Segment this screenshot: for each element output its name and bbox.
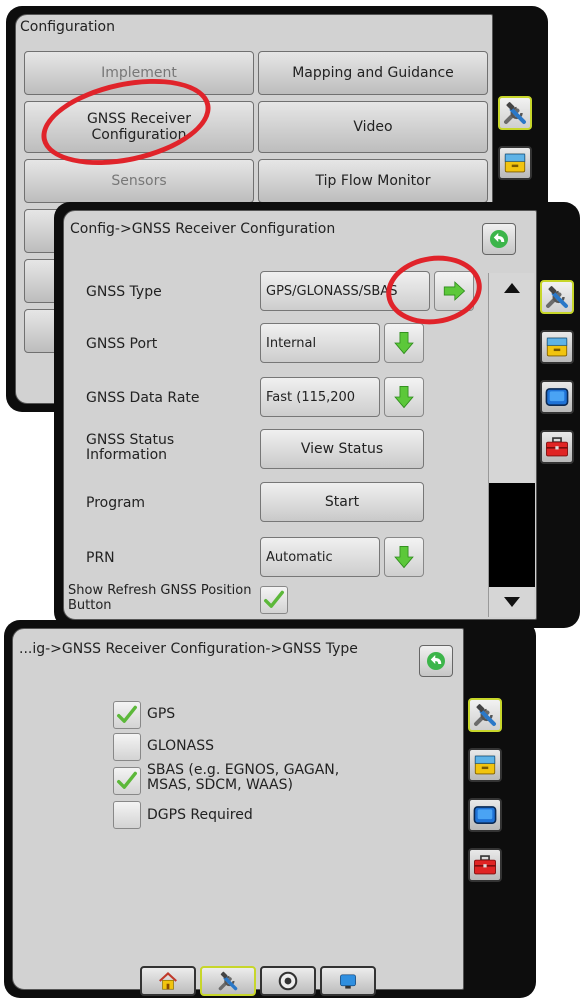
arrow-down-icon [391,384,417,410]
scroll-down-arrow[interactable] [489,587,535,617]
prn-field[interactable]: Automatic [260,537,380,577]
check-icon [116,704,138,726]
toolbox-icon [472,852,498,878]
gnss-type-screen: ...ig->GNSS Receiver Configuration->GNSS… [4,620,536,998]
gnss-port-field[interactable]: Internal [260,323,380,363]
data-tab-button[interactable] [498,146,532,180]
gnss-receiver-config-screen: Config->GNSS Receiver Configuration GNSS… [54,202,580,628]
tools-tab-button[interactable] [540,430,574,464]
show-refresh-label: Show Refresh GNSS Position Button [68,583,252,613]
back-button[interactable] [482,223,516,255]
home-button[interactable] [140,966,196,996]
check-icon [263,589,285,611]
storage-drawer-icon [502,150,528,176]
arrow-down-icon [391,544,417,570]
tip-flow-monitor-button[interactable]: Tip Flow Monitor [258,159,488,203]
sensors-button[interactable]: Sensors [24,159,254,203]
gnss-data-rate-label: GNSS Data Rate [86,390,200,406]
program-start-button[interactable]: Start [260,482,424,522]
storage-drawer-icon [472,752,498,778]
gnss-config-panel: Config->GNSS Receiver Configuration GNSS… [63,210,537,620]
gnss-receiver-configuration-button[interactable]: GNSS Receiver Configuration [24,101,254,153]
display-tab-button[interactable] [540,380,574,414]
tools-icon [217,970,239,992]
gnss-type-label: GNSS Type [86,284,162,300]
scrollbar-thumb[interactable] [489,483,535,587]
gauge-nav-button[interactable] [260,966,316,996]
tools-tab-button[interactable] [468,848,502,882]
page-title: Configuration [20,19,115,35]
display-tab-button[interactable] [468,798,502,832]
back-arrow-icon [424,649,448,673]
prn-label: PRN [86,550,115,566]
globe-icon [337,970,359,992]
glonass-label: GLONASS [147,738,214,754]
config-tab-button[interactable] [468,698,502,732]
config-nav-button[interactable] [200,966,256,996]
data-tab-button[interactable] [540,330,574,364]
show-refresh-checkbox[interactable] [260,586,288,614]
toolbox-icon [544,434,570,460]
scroll-up-arrow[interactable] [489,273,535,303]
gnss-data-rate-dropdown-button[interactable] [384,377,424,417]
sbas-checkbox[interactable] [113,767,141,795]
config-tab-button[interactable] [540,280,574,314]
view-status-button[interactable]: View Status [260,429,424,469]
gnss-port-dropdown-button[interactable] [384,323,424,363]
dgps-required-label: DGPS Required [147,807,253,823]
sbas-label: SBAS (e.g. EGNOS, GAGAN, MSAS, SDCM, WAA… [147,762,340,793]
dgps-required-checkbox[interactable] [113,801,141,829]
scrollbar[interactable] [488,273,535,617]
check-icon [116,770,138,792]
mapping-guidance-button[interactable]: Mapping and Guidance [258,51,488,95]
tools-icon [544,284,570,310]
data-tab-button[interactable] [468,748,502,782]
gps-checkbox[interactable] [113,701,141,729]
gnss-data-rate-field[interactable]: Fast (115,200 [260,377,380,417]
tools-icon [502,100,528,126]
globe-nav-button[interactable] [320,966,376,996]
back-button[interactable] [419,645,453,677]
program-label: Program [86,495,146,511]
implement-button[interactable]: Implement [24,51,254,95]
prn-dropdown-button[interactable] [384,537,424,577]
video-button[interactable]: Video [258,101,488,153]
gnss-status-information-label: GNSS Status Information [86,432,175,463]
back-arrow-icon [487,227,511,251]
gnss-type-next-button[interactable] [434,271,474,311]
storage-drawer-icon [544,334,570,360]
gnss-port-label: GNSS Port [86,336,158,352]
monitor-icon [544,384,570,410]
monitor-icon [472,802,498,828]
gauge-icon [277,970,299,992]
glonass-checkbox[interactable] [113,733,141,761]
page-title: Config->GNSS Receiver Configuration [70,221,336,237]
config-tab-button[interactable] [498,96,532,130]
arrow-right-icon [441,278,467,304]
page-title: ...ig->GNSS Receiver Configuration->GNSS… [19,641,358,657]
bottom-navigation [140,966,376,996]
gnss-type-field[interactable]: GPS/GLONASS/SBAS [260,271,430,311]
arrow-down-icon [391,330,417,356]
tools-icon [472,702,498,728]
home-icon [157,970,179,992]
gnss-type-panel: ...ig->GNSS Receiver Configuration->GNSS… [12,628,464,990]
gps-label: GPS [147,706,176,722]
